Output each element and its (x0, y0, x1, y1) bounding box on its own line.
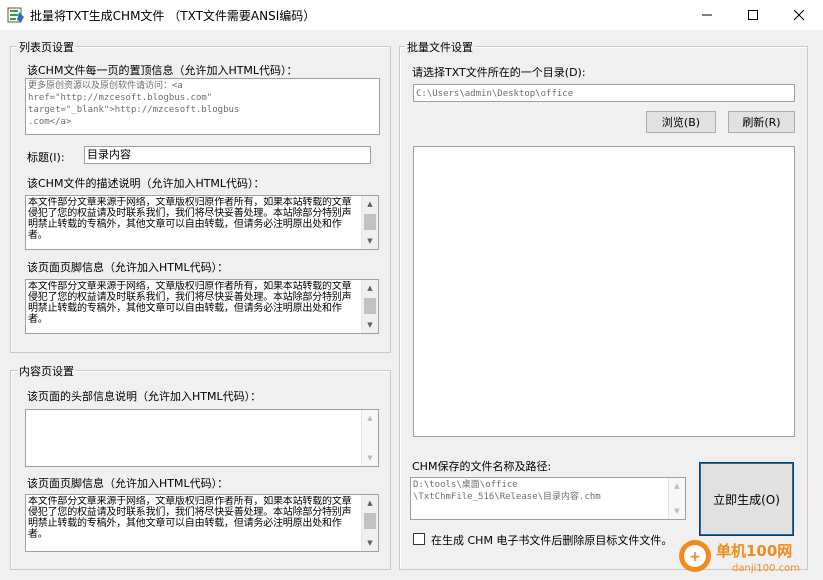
list-footer-textarea[interactable]: 本文件部分文章来源于网络，文章版权归原作者所有，如果本站转载的文章侵犯了您的权益… (25, 279, 379, 334)
app-icon (7, 6, 25, 24)
scroll-up-icon[interactable]: ▲ (362, 196, 378, 212)
title-label: 标题(I): (27, 151, 65, 164)
refresh-button[interactable]: 刷新(R) (728, 111, 795, 133)
content-footer-textarea[interactable]: 本文件部分文章来源于网络，文章版权归原作者所有，如果本站转载的文章侵犯了您的权益… (25, 494, 379, 552)
delete-source-checkbox[interactable] (413, 533, 425, 545)
desc-scrollbar[interactable]: ▲ ▼ (361, 196, 378, 249)
content-header-scrollbar[interactable]: ▲ ▼ (361, 410, 378, 466)
scroll-up-icon[interactable]: ▲ (362, 410, 378, 426)
dir-input-text: C:\Users\admin\Desktop\office (416, 89, 574, 99)
scroll-up-icon[interactable]: ▲ (669, 478, 685, 494)
watermark-logo: + 单机100网 danji100.com (676, 534, 823, 577)
watermark-brand: 单机100网 (716, 542, 792, 560)
desc-label: 该CHM文件的描述说明（允许加入HTML代码）： (27, 177, 265, 190)
batch-settings-legend: 批量文件设置 (405, 39, 475, 55)
list-footer-label: 该页面页脚信息（允许加入HTML代码）： (27, 261, 229, 274)
close-button[interactable] (776, 0, 822, 30)
desc-text: 本文件部分文章来源于网络，文章版权归原作者所有，如果本站转载的文章侵犯了您的权益… (28, 197, 352, 241)
top-info-label: 该CHM文件每一页的置顶信息（允许加入HTML代码）： (27, 64, 298, 77)
scroll-thumb[interactable] (364, 513, 376, 529)
dir-input[interactable]: C:\Users\admin\Desktop\office (413, 84, 795, 102)
svg-text:+: + (689, 549, 701, 565)
list-footer-scrollbar[interactable]: ▲ ▼ (361, 280, 378, 333)
content-settings-legend: 内容页设置 (17, 363, 76, 379)
desc-textarea[interactable]: 本文件部分文章来源于网络，文章版权归原作者所有，如果本站转载的文章侵犯了您的权益… (25, 195, 379, 250)
scroll-down-icon[interactable]: ▼ (362, 535, 378, 551)
scroll-down-icon[interactable]: ▼ (362, 317, 378, 333)
file-list[interactable] (413, 146, 795, 437)
title-input-text: 目录内容 (87, 149, 131, 161)
scroll-up-icon[interactable]: ▲ (362, 280, 378, 296)
watermark-url: danji100.com (732, 563, 800, 574)
window-title: 批量将TXT生成CHM文件 （TXT文件需要ANSI编码） (30, 9, 316, 23)
content-footer-scrollbar[interactable]: ▲ ▼ (361, 495, 378, 551)
list-footer-text: 本文件部分文章来源于网络，文章版权归原作者所有，如果本站转载的文章侵犯了您的权益… (28, 281, 352, 325)
delete-source-label: 在生成 CHM 电子书文件后删除原目标文件文件。 (431, 534, 673, 547)
dir-label: 请选择TXT文件所在的一个目录(D): (412, 66, 586, 79)
scroll-thumb[interactable] (364, 214, 376, 230)
scroll-down-icon[interactable]: ▼ (669, 503, 685, 519)
scroll-down-icon[interactable]: ▼ (362, 450, 378, 466)
close-icon (793, 9, 805, 21)
content-header-textarea[interactable]: ▲ ▼ (25, 409, 379, 467)
title-input[interactable]: 目录内容 (84, 146, 371, 164)
scroll-up-icon[interactable]: ▲ (362, 495, 378, 511)
minimize-button[interactable] (684, 0, 730, 30)
output-path-text: D:\tools\桌面\office \TxtChmFile_516\Relea… (413, 480, 601, 502)
top-info-textarea[interactable]: 更多原创资源以及原创软件请访问：<a href="http://mzcesoft… (25, 78, 380, 135)
browse-button[interactable]: 浏览(B) (646, 111, 716, 133)
maximize-button[interactable] (730, 0, 776, 30)
content-header-label: 该页面的头部信息说明（允许加入HTML代码）： (27, 390, 262, 403)
content-footer-label: 该页面页脚信息（允许加入HTML代码）： (27, 477, 229, 490)
output-path-scrollbar[interactable]: ▲ ▼ (668, 478, 685, 519)
scroll-thumb[interactable] (364, 298, 376, 314)
output-path-textarea[interactable]: D:\tools\桌面\office \TxtChmFile_516\Relea… (410, 477, 686, 520)
scroll-down-icon[interactable]: ▼ (362, 233, 378, 249)
top-info-text: 更多原创资源以及原创软件请访问：<a href="http://mzcesoft… (28, 81, 240, 127)
content-footer-text: 本文件部分文章来源于网络，文章版权归原作者所有，如果本站转载的文章侵犯了您的权益… (28, 496, 352, 540)
generate-button[interactable]: 立即生成(O) (699, 462, 794, 536)
title-bar: 批量将TXT生成CHM文件 （TXT文件需要ANSI编码） (0, 0, 823, 30)
maximize-icon (748, 10, 758, 20)
minimize-icon (702, 14, 712, 16)
output-label: CHM保存的文件名称及路径: (412, 460, 552, 473)
list-settings-legend: 列表页设置 (17, 39, 76, 55)
